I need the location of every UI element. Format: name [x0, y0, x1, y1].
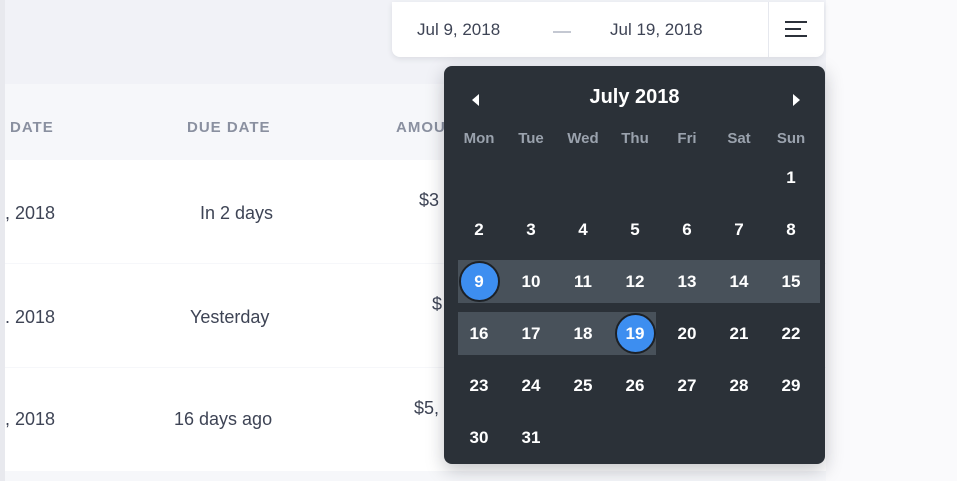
day-number: 11 [574, 272, 592, 291]
calendar-day-22[interactable]: 22 [765, 312, 817, 355]
day-number: 19 [625, 324, 645, 343]
calendar-day-2[interactable]: 2 [453, 208, 505, 251]
day-number: 22 [781, 324, 801, 343]
calendar-day-19[interactable]: 19 [609, 312, 661, 355]
right-background [826, 0, 957, 481]
day-number: 30 [469, 428, 489, 447]
day-number: 26 [625, 376, 645, 395]
row-due: 16 days ago [174, 409, 273, 429]
row-date: , 2018 [5, 409, 56, 429]
calendar-day-14[interactable]: 14 [713, 260, 765, 303]
day-number: 3 [526, 220, 536, 239]
calendar-day-16[interactable]: 16 [453, 312, 505, 355]
range-start-date[interactable]: Jul 9, 2018 [417, 20, 500, 40]
calendar-day-24[interactable]: 24 [505, 364, 557, 407]
day-number: 27 [677, 376, 697, 395]
row-date: , 2018 [5, 203, 56, 223]
calendar-day-5[interactable]: 5 [609, 208, 661, 251]
calendar-day-17[interactable]: 17 [505, 312, 557, 355]
range-end-date[interactable]: Jul 19, 2018 [610, 20, 703, 40]
triangle-right-icon [793, 94, 800, 106]
calendar-day-9[interactable]: 9 [453, 260, 505, 303]
day-number: 16 [469, 324, 489, 343]
weekday-label: Fri [677, 130, 697, 147]
calendar-day-21[interactable]: 21 [713, 312, 765, 355]
weekday-label: Tue [518, 130, 544, 147]
column-header-amount[interactable]: AMOU [396, 119, 446, 136]
row-due: In 2 days [200, 203, 274, 223]
day-number: 14 [729, 272, 749, 291]
row-date: . 2018 [5, 307, 56, 327]
calendar-day-31[interactable]: 31 [505, 416, 557, 459]
day-number: 23 [469, 376, 489, 395]
day-number: 25 [573, 376, 593, 395]
calendar-day-25[interactable]: 25 [557, 364, 609, 407]
weekday-label: Sun [776, 130, 806, 147]
day-number: 18 [573, 324, 593, 343]
calendar-day-13[interactable]: 13 [661, 260, 713, 303]
calendar-day-28[interactable]: 28 [713, 364, 765, 407]
month-title: July 2018 [589, 86, 680, 108]
calendar-day-18[interactable]: 18 [557, 312, 609, 355]
day-number: 24 [521, 376, 541, 395]
calendar-day-8[interactable]: 8 [765, 208, 817, 251]
column-header-date[interactable]: DATE [10, 119, 54, 136]
day-number: 20 [677, 324, 697, 343]
weekday-label: Thu [621, 130, 649, 147]
day-number: 28 [729, 376, 749, 395]
day-number: 29 [781, 376, 801, 395]
calendar-day-15[interactable]: 15 [765, 260, 817, 303]
calendar-day-20[interactable]: 20 [661, 312, 713, 355]
day-number: 13 [677, 272, 697, 291]
range-separator [553, 31, 571, 33]
calendar-day-12[interactable]: 12 [609, 260, 661, 303]
day-number: 17 [521, 324, 541, 343]
date-range-picker: Jul 9, 2018 Jul 19, 2018 [392, 2, 824, 57]
calendar-day-23[interactable]: 23 [453, 364, 505, 407]
row-amount: $3 [419, 190, 440, 210]
column-header-due-date[interactable]: DUE DATE [187, 119, 271, 136]
calendar-day-1[interactable]: 1 [765, 156, 817, 199]
weekday-label: Mon [463, 130, 495, 147]
row-due: Yesterday [190, 307, 270, 327]
hamburger-menu-icon [785, 21, 807, 37]
calendar-day-10[interactable]: 10 [505, 260, 557, 303]
day-number: 7 [734, 220, 744, 239]
calendar-day-11[interactable]: 11 [557, 260, 609, 303]
calendar-day-29[interactable]: 29 [765, 364, 817, 407]
calendar-day-3[interactable]: 3 [505, 208, 557, 251]
day-number: 21 [729, 324, 749, 343]
day-number: 12 [625, 272, 645, 291]
calendar-day-27[interactable]: 27 [661, 364, 713, 407]
calendar-day-30[interactable]: 30 [453, 416, 505, 459]
calendar-day-7[interactable]: 7 [713, 208, 765, 251]
day-number: 5 [630, 220, 640, 239]
weekday-label: Wed [567, 130, 599, 147]
weekday-label: Sat [727, 130, 751, 147]
calendar-day-26[interactable]: 26 [609, 364, 661, 407]
day-number: 8 [786, 220, 796, 239]
row-amount: $5, [414, 398, 440, 418]
day-number: 6 [682, 220, 692, 239]
calendar-popup: July 2018 Mon Tue Wed Thu Fri Sat Sun 12… [444, 66, 825, 464]
day-number: 1 [786, 168, 796, 187]
day-number: 9 [474, 272, 484, 291]
row-amount: $ [432, 294, 443, 314]
next-month-button[interactable] [784, 88, 808, 112]
day-number: 15 [781, 272, 801, 291]
day-number: 10 [521, 272, 541, 291]
calendar-day-4[interactable]: 4 [557, 208, 609, 251]
calendar-day-6[interactable]: 6 [661, 208, 713, 251]
day-number: 4 [578, 220, 588, 239]
day-number: 2 [474, 220, 484, 239]
day-number: 31 [521, 428, 541, 447]
page: DATE DUE DATE AMOU , 2018 In 2 days $3 .… [0, 0, 957, 481]
menu-button[interactable] [769, 2, 824, 57]
